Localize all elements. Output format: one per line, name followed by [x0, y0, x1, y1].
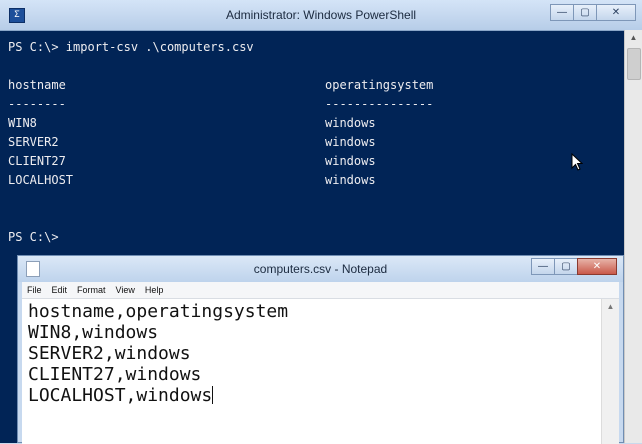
row-hostname: SERVER2	[8, 135, 59, 149]
row-os: windows	[325, 154, 376, 168]
text-line: SERVER2,windows	[28, 343, 191, 364]
powershell-titlebar[interactable]: Σ Administrator: Windows PowerShell — ▢ …	[0, 0, 642, 31]
maximize-button[interactable]: ▢	[554, 258, 578, 275]
notepad-scrollbar[interactable]: ▲	[601, 299, 619, 444]
menu-view[interactable]: View	[111, 285, 140, 295]
notepad-window[interactable]: computers.csv - Notepad — ▢ ✕ File Edit …	[17, 255, 624, 444]
menu-help[interactable]: Help	[140, 285, 169, 295]
notepad-window-buttons: — ▢ ✕	[531, 258, 617, 275]
table-row: SERVER2 windows	[8, 133, 612, 152]
scroll-up-icon[interactable]: ▲	[625, 30, 642, 46]
header-operatingsystem: operatingsystem	[325, 78, 434, 92]
powershell-scrollbar[interactable]: ▲	[624, 30, 642, 443]
notepad-content: hostname,operatingsystem WIN8,windows SE…	[28, 301, 288, 406]
notepad-titlebar[interactable]: computers.csv - Notepad — ▢ ✕	[18, 256, 623, 282]
powershell-title: Administrator: Windows PowerShell	[225, 8, 417, 22]
notepad-text-area[interactable]: hostname,operatingsystem WIN8,windows SE…	[22, 299, 619, 444]
table-row: WIN8 windows	[8, 114, 612, 133]
text-line: hostname,operatingsystem	[28, 301, 289, 322]
menu-format[interactable]: Format	[72, 285, 111, 295]
table-row: CLIENT27 windows	[8, 152, 612, 171]
powershell-console[interactable]: PS C:\> import-csv .\computers.csv hostn…	[8, 38, 612, 247]
command-line: PS C:\> import-csv .\computers.csv	[8, 40, 254, 54]
text-line: LOCALHOST,windows	[28, 385, 213, 406]
underline-hostname: --------	[8, 97, 66, 111]
table-header-underline: -------- ---------------	[8, 95, 612, 114]
row-hostname: WIN8	[8, 116, 37, 130]
scrollbar-thumb[interactable]	[627, 48, 641, 80]
text-line: WIN8,windows	[28, 322, 159, 343]
close-button[interactable]: ✕	[596, 4, 636, 21]
scroll-up-icon[interactable]: ▲	[602, 299, 619, 315]
powershell-window-buttons: — ▢ ✕	[550, 4, 636, 21]
header-hostname: hostname	[8, 78, 66, 92]
row-os: windows	[325, 173, 376, 187]
row-os: windows	[325, 135, 376, 149]
table-row: LOCALHOST windows	[8, 171, 612, 190]
row-os: windows	[325, 116, 376, 130]
minimize-button[interactable]: —	[550, 4, 574, 21]
row-hostname: LOCALHOST	[8, 173, 74, 187]
text-caret	[212, 386, 214, 404]
row-hostname: CLIENT27	[8, 154, 66, 168]
text-line: CLIENT27,windows	[28, 364, 202, 385]
close-button[interactable]: ✕	[577, 258, 617, 275]
minimize-button[interactable]: —	[531, 258, 555, 275]
mouse-pointer-icon	[571, 153, 583, 171]
menu-edit[interactable]: Edit	[47, 285, 73, 295]
table-header: hostname operatingsystem	[8, 76, 612, 95]
notepad-menubar: File Edit Format View Help	[22, 282, 619, 299]
menu-file[interactable]: File	[22, 285, 47, 295]
final-prompt: PS C:\>	[8, 230, 59, 244]
underline-operatingsystem: ---------------	[325, 97, 434, 111]
maximize-button[interactable]: ▢	[573, 4, 597, 21]
text-line-last: LOCALHOST,windows	[28, 385, 288, 406]
